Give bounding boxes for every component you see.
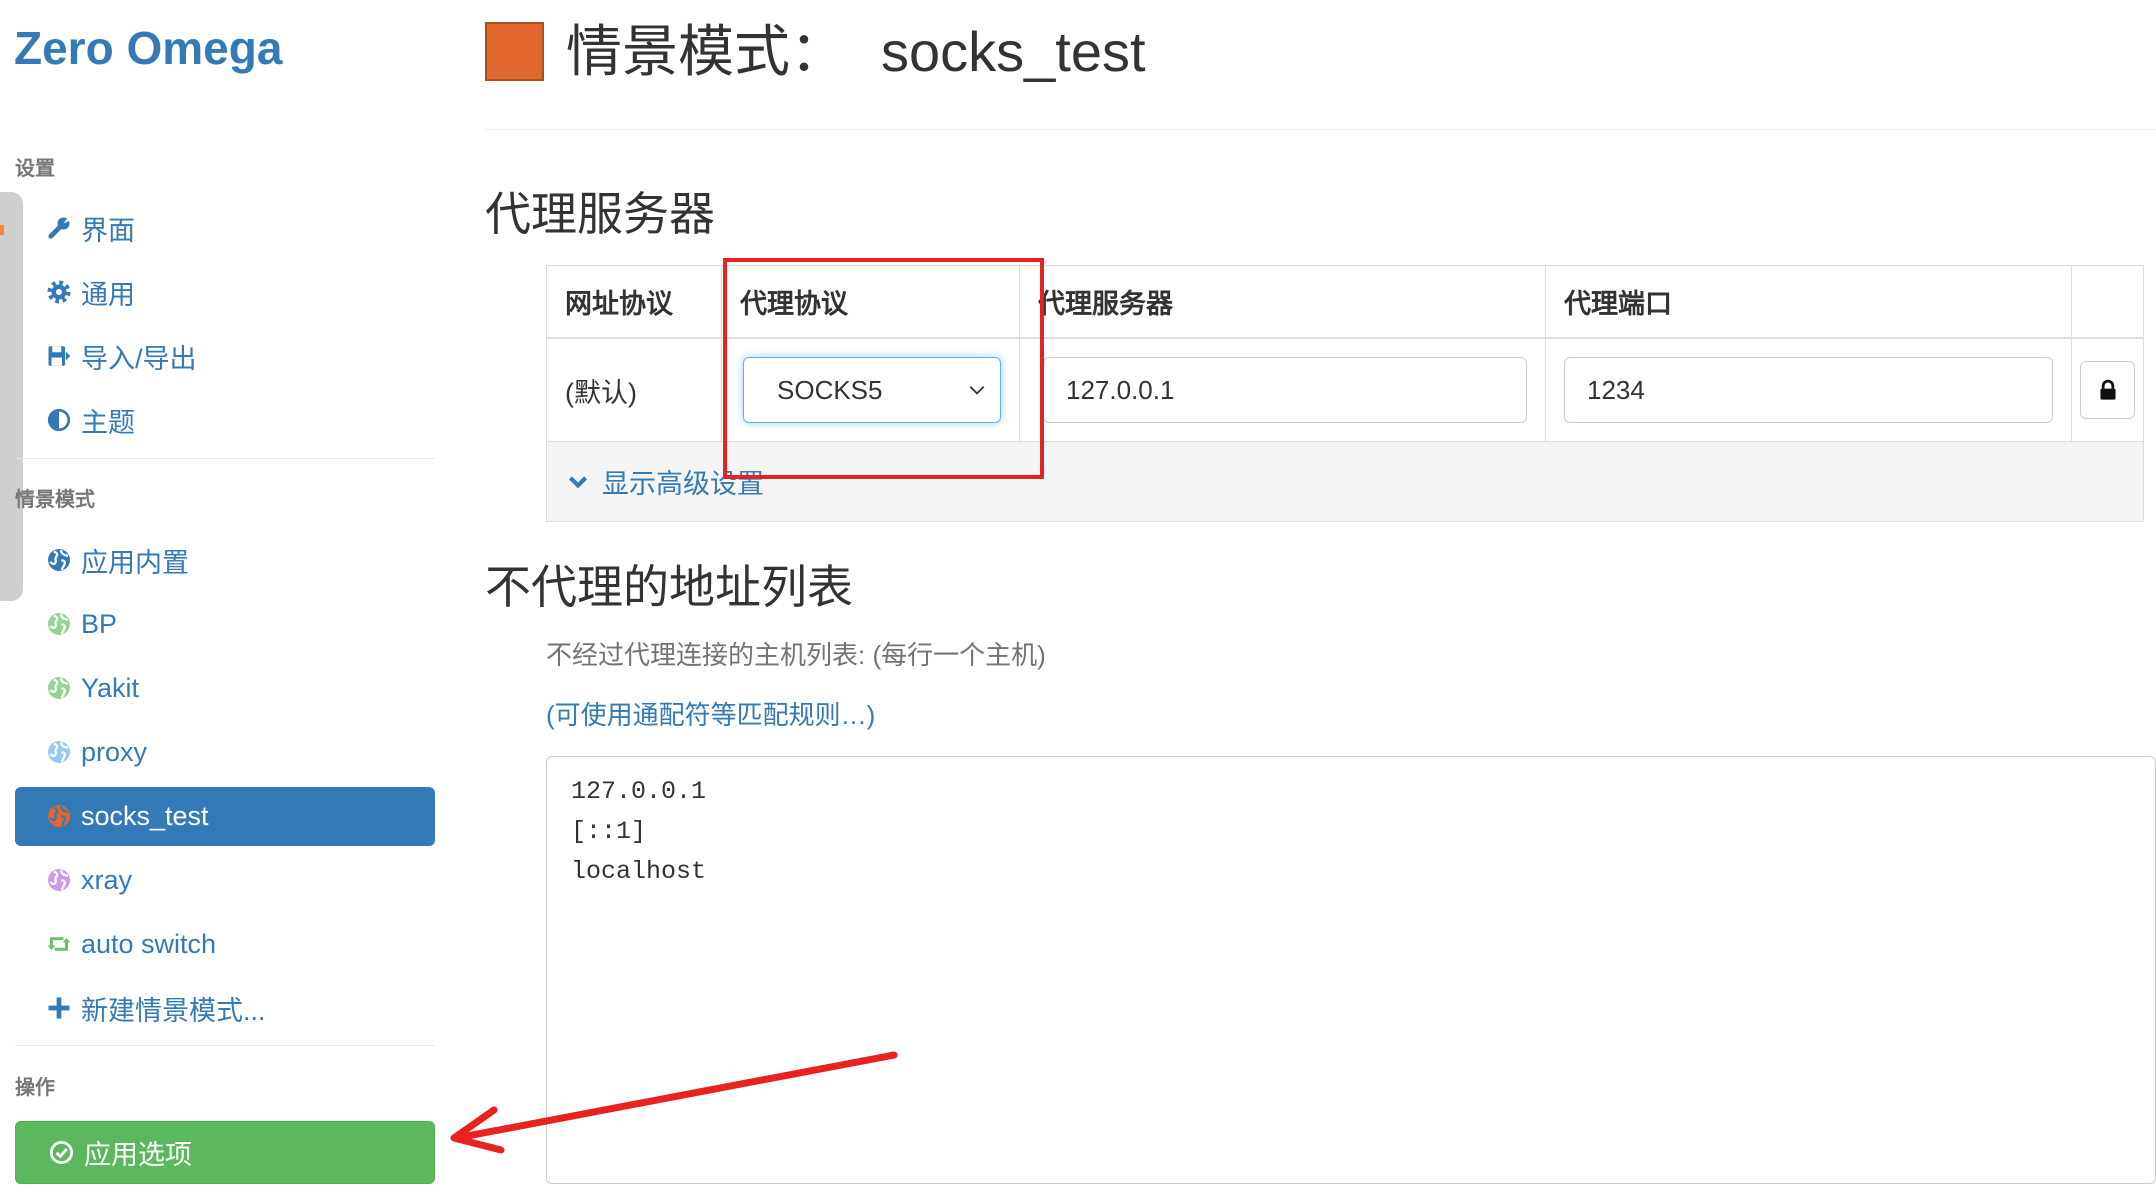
- settings-header: 设置: [15, 158, 55, 180]
- profile-name: socks_test: [881, 20, 1146, 83]
- nav-item-profile-yakit: Yakit: [15, 656, 435, 720]
- table-header-row: 网址协议 代理协议 代理服务器 代理端口: [547, 266, 2143, 339]
- nav-item-profile-proxy: proxy: [15, 720, 435, 784]
- nav-link-profile-bp[interactable]: BP: [15, 595, 435, 654]
- nav-label: socks_test: [81, 800, 209, 831]
- header-port: 代理端口: [1546, 266, 2072, 337]
- header-actions: [2072, 266, 2143, 337]
- widget-mark: [0, 225, 4, 235]
- nav-item-profile-xray: xray: [15, 848, 435, 912]
- port-cell: [1546, 339, 2072, 441]
- title-divider: [485, 129, 2156, 130]
- auth-cell: [2072, 339, 2143, 441]
- gear-icon: [45, 279, 72, 306]
- globe-icon: [45, 867, 72, 894]
- ok-circle-icon: [49, 1140, 74, 1165]
- nav-link-general[interactable]: 通用: [15, 263, 435, 322]
- proxy-port-input[interactable]: [1564, 357, 2053, 423]
- show-advanced-label: 显示高级设置: [602, 469, 764, 499]
- nav-label: proxy: [81, 736, 148, 767]
- table-row: (默认) SOCKS5: [547, 339, 2143, 442]
- nav-link-profile-auto-switch[interactable]: auto switch: [15, 915, 435, 974]
- nav-link-profile-yakit[interactable]: Yakit: [15, 659, 435, 718]
- actions-header: 操作: [15, 1077, 55, 1099]
- globe-icon: [45, 739, 72, 766]
- nav-label: 新建情景模式...: [81, 995, 266, 1026]
- nav-item-profile-bp: BP: [15, 592, 435, 656]
- server-cell: [1020, 339, 1546, 441]
- nav-label: BP: [81, 608, 118, 639]
- nav-item-profile-builtin: 应用内置: [15, 528, 435, 592]
- nav-link-profile-socks-test[interactable]: socks_test: [15, 786, 435, 846]
- nav-label: 主题: [81, 407, 135, 438]
- proxy-host-input[interactable]: [1043, 357, 1527, 423]
- sidebar-divider: [15, 458, 435, 459]
- globe-icon: [45, 611, 72, 638]
- nav-link-ui[interactable]: 界面: [15, 199, 435, 258]
- nav-link-theme[interactable]: 主题: [15, 391, 435, 450]
- nav-label: 通用: [81, 279, 135, 310]
- header-server: 代理服务器: [1020, 266, 1546, 337]
- nav-item-profile-auto-switch: auto switch: [15, 912, 435, 976]
- floppy-disk-icon: [45, 343, 72, 370]
- header-scheme: 网址协议: [547, 266, 722, 337]
- nav-link-import-export[interactable]: 导入/导出: [15, 327, 435, 386]
- nav-label: 导入/导出: [81, 343, 197, 374]
- nav-link-profile-builtin[interactable]: 应用内置: [15, 531, 435, 590]
- wrench-icon: [45, 215, 72, 242]
- chevron-down-icon: [969, 385, 985, 395]
- globe-icon: [45, 803, 72, 830]
- nav-item-new-profile: 新建情景模式...: [15, 976, 435, 1040]
- header-protocol: 代理协议: [722, 266, 1020, 337]
- globe-icon: [45, 547, 72, 574]
- page-title-label: 情景模式：: [566, 20, 846, 83]
- bypass-help-text: 不经过代理连接的主机列表: (每行一个主机): [546, 640, 1046, 670]
- nav-label: xray: [81, 864, 133, 895]
- proxy-section-title: 代理服务器: [485, 188, 715, 240]
- profiles-nav: 应用内置 BP Yakit proxy socks_test xray auto…: [15, 528, 435, 1040]
- globe-icon: [45, 675, 72, 702]
- advanced-row: 显示高级设置: [547, 442, 2143, 521]
- plus-icon: [45, 995, 72, 1022]
- page-title: 情景模式： socks_test: [566, 22, 1146, 82]
- lock-icon: [2099, 379, 2116, 400]
- retweet-icon: [45, 931, 72, 958]
- proxy-protocol-value: SOCKS5: [777, 374, 883, 405]
- nav-label: Yakit: [81, 672, 140, 703]
- proxy-protocol-select[interactable]: SOCKS5: [743, 357, 1001, 423]
- nav-link-profile-proxy[interactable]: proxy: [15, 723, 435, 782]
- bypass-rules-link[interactable]: (可使用通配符等匹配规则…): [546, 699, 875, 731]
- app-brand: Zero Omega: [14, 22, 283, 74]
- settings-nav: 界面 通用 导入/导出 主题: [15, 196, 435, 452]
- chevron-down-icon: [568, 475, 588, 488]
- nav-item-theme: 主题: [15, 388, 435, 452]
- profiles-header: 情景模式: [15, 489, 95, 511]
- nav-item-profile-socks-test: socks_test: [15, 784, 435, 848]
- nav-label: auto switch: [81, 928, 217, 959]
- nav-label: 应用内置: [81, 547, 189, 578]
- new-profile-link[interactable]: 新建情景模式...: [15, 979, 435, 1038]
- scheme-cell: (默认): [547, 339, 722, 441]
- nav-item-ui: 界面: [15, 196, 435, 260]
- nav-item-general: 通用: [15, 260, 435, 324]
- bypass-section-title: 不代理的地址列表: [485, 561, 853, 613]
- bypass-list-textarea[interactable]: 127.0.0.1 [::1] localhost: [546, 756, 2156, 1184]
- nav-label: 界面: [81, 215, 135, 246]
- sidebar-divider: [15, 1045, 435, 1046]
- nav-link-profile-xray[interactable]: xray: [15, 851, 435, 910]
- show-advanced-link[interactable]: 显示高级设置: [567, 462, 764, 501]
- apply-options-button[interactable]: 应用选项: [15, 1121, 435, 1184]
- protocol-cell: SOCKS5: [722, 339, 1020, 441]
- profile-color-swatch[interactable]: [485, 22, 544, 81]
- proxy-servers-table: 网址协议 代理协议 代理服务器 代理端口 (默认) SOCKS5 显示高级设置: [546, 265, 2144, 522]
- apply-options-label: 应用选项: [84, 1140, 192, 1170]
- proxy-auth-button[interactable]: [2080, 361, 2135, 419]
- contrast-icon: [45, 407, 72, 434]
- nav-item-import-export: 导入/导出: [15, 324, 435, 388]
